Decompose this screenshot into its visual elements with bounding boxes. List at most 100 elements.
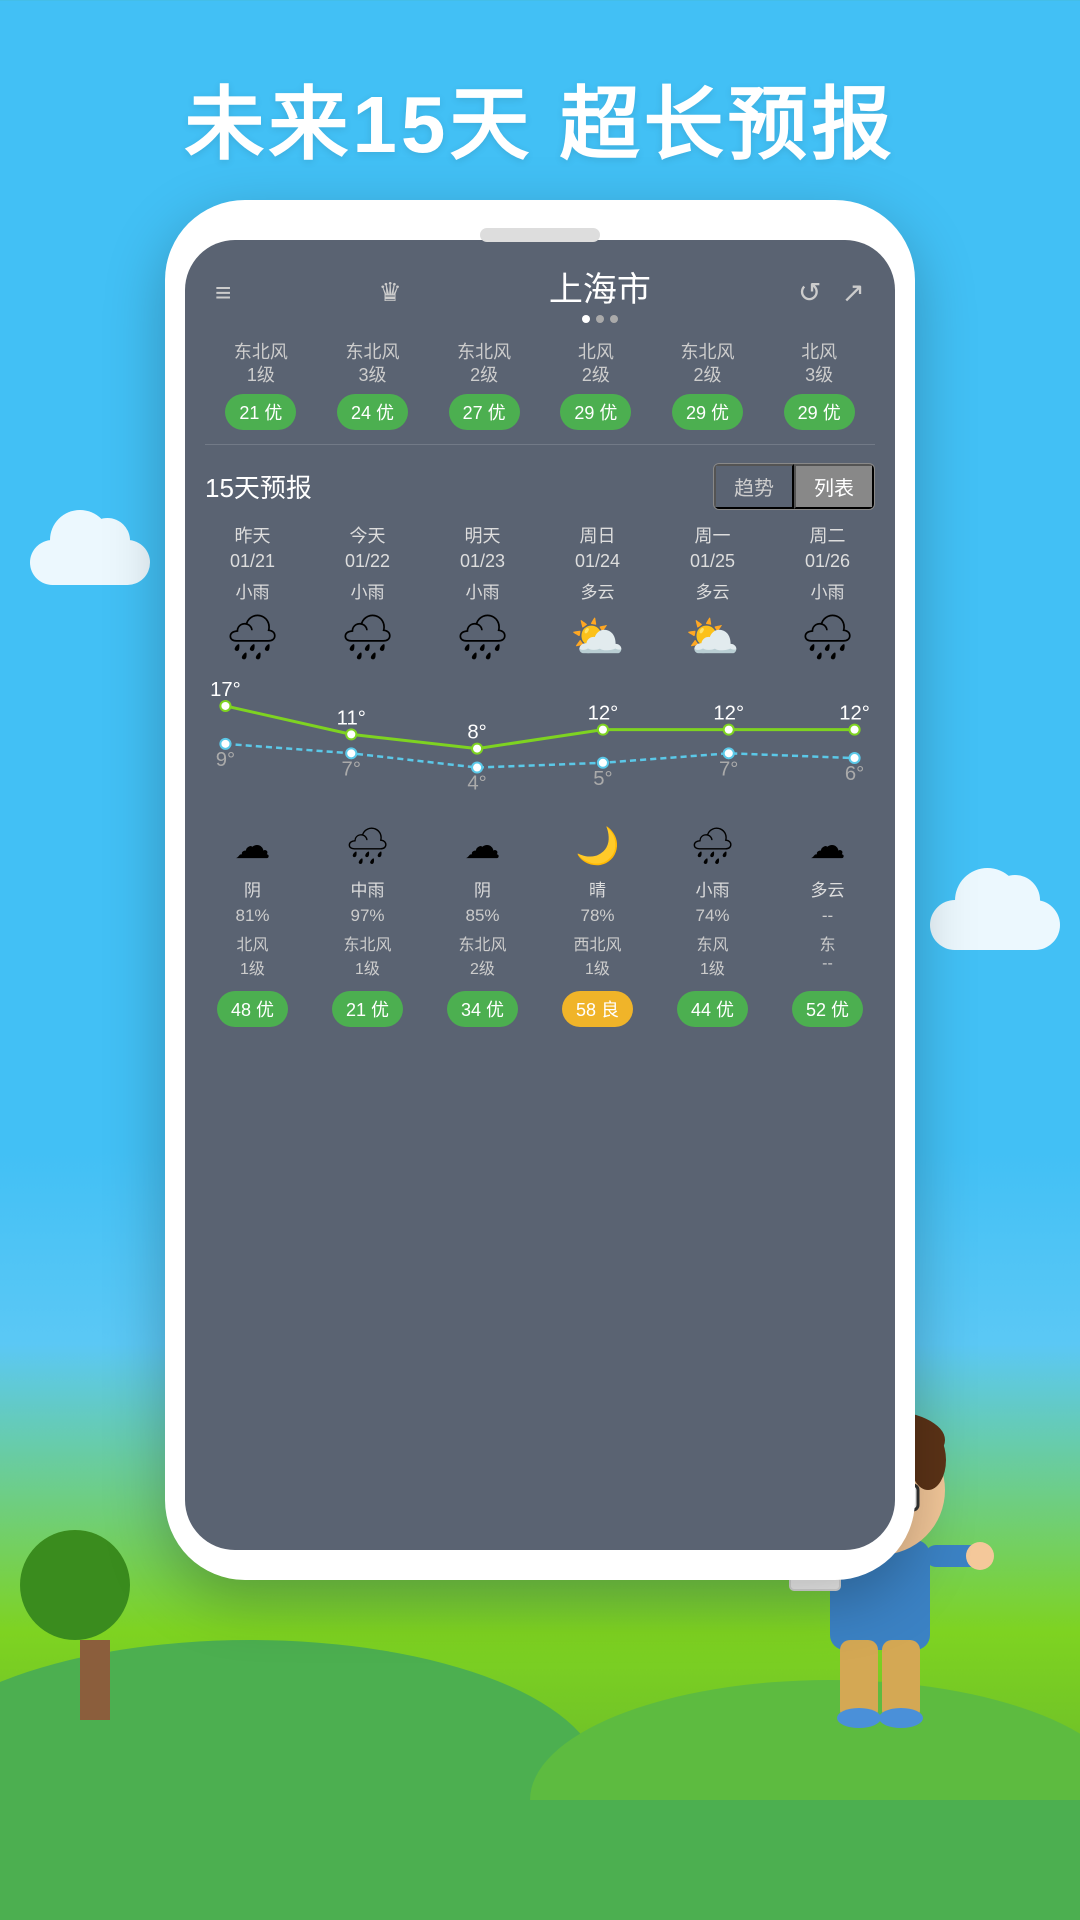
city-name: 上海市: [549, 262, 651, 311]
night-pct-1: 97%: [350, 906, 384, 926]
svg-text:9°: 9°: [216, 749, 235, 771]
bottom-aqi-col-5: 52 优: [770, 991, 885, 1027]
night-icon-4: 🌧: [690, 825, 736, 867]
forecast-col-4: 周一 01/25多云⛅: [655, 524, 770, 667]
svg-text:5°: 5°: [593, 768, 612, 790]
night-wind-1: 东北风 1级: [343, 931, 391, 979]
menu-icon[interactable]: ≡: [215, 277, 231, 309]
night-cond-1: 中雨: [351, 876, 385, 901]
aqi-badge-0: 21 优: [225, 394, 296, 430]
wind-text-1: 东北风 3级: [346, 341, 400, 388]
tab-trend[interactable]: 趋势: [714, 464, 794, 509]
share-icon[interactable]: ↗: [842, 276, 865, 309]
night-wind-5: 东 --: [819, 931, 835, 973]
bottom-forecast-row: ☁阴81%北风 1级🌧中雨97%东北风 1级☁阴85%东北风 2级🌙晴78%西北…: [185, 807, 895, 979]
night-cond-4: 小雨: [696, 876, 730, 901]
svg-text:17°: 17°: [210, 679, 241, 701]
bottom-aqi-col-1: 21 优: [310, 991, 425, 1027]
bottom-aqi-badge-1: 21 优: [332, 991, 403, 1027]
section-title: 15天预报: [205, 468, 312, 505]
svg-text:8°: 8°: [467, 722, 486, 744]
night-cond-3: 晴: [589, 876, 606, 901]
forecast-col-1: 今天 01/22 小雨 🌧: [310, 524, 425, 667]
forecast-icon-3: ⛅: [570, 611, 625, 663]
night-icon-2: ☁: [465, 825, 501, 867]
tree-decoration: [60, 1530, 130, 1720]
forecast-icon-5: 🌧: [800, 611, 856, 663]
night-pct-5: --: [822, 906, 833, 926]
night-pct-4: 74%: [695, 906, 729, 926]
svg-text:12°: 12°: [713, 703, 744, 725]
aqi-badge-1: 24 优: [337, 394, 408, 430]
forecast-icon-2: 🌧: [455, 611, 511, 663]
aqi-col-3: 北风 2级29 优: [540, 341, 652, 430]
night-cond-0: 阴: [244, 876, 261, 901]
forecast-day-0: 昨天 01/21: [230, 524, 275, 574]
nav-dots: [582, 315, 618, 323]
aqi-badge-4: 29 优: [672, 394, 743, 430]
forecast-day-3: 周日 01/24: [575, 524, 620, 574]
forecast-icon-1: 🌧: [340, 611, 396, 663]
wind-text-4: 东北风 2级: [681, 341, 735, 388]
night-icon-5: ☁: [810, 825, 846, 867]
wind-text-2: 东北风 2级: [457, 341, 511, 388]
cloud-right: [930, 900, 1060, 950]
forecast-day-4: 周一 01/25: [690, 524, 735, 574]
forecast-cond-5: 小雨: [811, 578, 845, 603]
nav-icons-right: ↺ ↗: [798, 276, 865, 309]
tab-list[interactable]: 列表: [794, 464, 874, 509]
nav-city: 上海市: [549, 262, 651, 323]
night-pct-0: 81%: [235, 906, 269, 926]
wind-text-0: 东北风 1级: [234, 341, 288, 388]
forecast-day-2: 明天 01/23: [460, 524, 505, 574]
wind-text-3: 北风 2级: [578, 341, 614, 388]
night-wind-2: 东北风 2级: [458, 931, 506, 979]
svg-text:7°: 7°: [342, 759, 361, 781]
aqi-col-1: 东北风 3级 24 优: [317, 341, 429, 430]
aqi-col-5: 北风 3级 29 优: [763, 341, 875, 430]
forecast-top-row: 昨天 01/21小雨🌧今天 01/22小雨🌧明天 01/23小雨🌧周日 01/2…: [185, 524, 895, 667]
night-cond-2: 阴: [474, 876, 491, 901]
forecast-icon-0: 🌧: [225, 611, 281, 663]
dot-2: [596, 315, 604, 323]
bottom-aqi-badge-0: 48 优: [217, 991, 288, 1027]
aqi-top-row: 东北风 1级21 优东北风 3级24 优东北风 2级27 优北风 2级29 优东…: [185, 333, 895, 444]
dot-3: [610, 315, 618, 323]
tab-group: 趋势 列表: [713, 463, 875, 510]
forecast-col-3: 周日 01/24 多云 ⛅: [540, 524, 655, 667]
svg-text:12°: 12°: [588, 703, 619, 725]
svg-text:7°: 7°: [719, 759, 738, 781]
forecast-cond-3: 多云: [581, 578, 615, 603]
bottom-col-5: ☁ 多云 -- 东 --: [770, 821, 885, 979]
wind-text-5: 北风 3级: [801, 341, 837, 388]
bottom-aqi-col-3: 58 良: [540, 991, 655, 1027]
svg-text:12°: 12°: [839, 703, 870, 725]
forecast-day-1: 今天 01/22: [345, 524, 390, 574]
crown-icon[interactable]: ♛: [378, 277, 401, 308]
svg-text:11°: 11°: [337, 708, 366, 730]
bottom-col-4: 🌧 小雨 74% 东风 1级: [655, 821, 770, 979]
bottom-aqi-row: 48 优21 优34 优58 良44 优52 优: [185, 979, 895, 1039]
header-title: 未来15天 超长预报: [0, 60, 1080, 176]
bottom-aqi-badge-3: 58 良: [562, 991, 633, 1027]
night-wind-4: 东风 1级: [696, 931, 728, 979]
refresh-icon[interactable]: ↺: [798, 276, 821, 309]
night-pct-2: 85%: [465, 906, 499, 926]
night-cond-5: 多云: [811, 876, 845, 901]
forecast-col-0: 昨天 01/21 小雨 🌧: [195, 524, 310, 667]
svg-text:6°: 6°: [845, 763, 864, 785]
forecast-icon-4: ⛅: [685, 611, 740, 663]
forecast-col-2: 明天 01/23小雨🌧: [425, 524, 540, 667]
bottom-aqi-col-0: 48 优: [195, 991, 310, 1027]
aqi-col-0: 东北风 1级 21 优: [205, 341, 317, 430]
bottom-aqi-badge-4: 44 优: [677, 991, 748, 1027]
temperature-chart: 17° 11° 8° 12° 12° 12° 9° 7° 4° 5: [195, 667, 885, 807]
forecast-cond-1: 小雨: [351, 578, 385, 603]
aqi-badge-5: 29 优: [784, 394, 855, 430]
section-header: 15天预报 趋势 列表: [185, 445, 895, 524]
bottom-aqi-badge-5: 52 优: [792, 991, 863, 1027]
forecast-day-5: 周二 01/26: [805, 524, 850, 574]
forecast-cond-0: 小雨: [236, 578, 270, 603]
night-icon-0: ☁: [235, 825, 271, 867]
night-wind-0: 北风 1级: [236, 931, 268, 979]
